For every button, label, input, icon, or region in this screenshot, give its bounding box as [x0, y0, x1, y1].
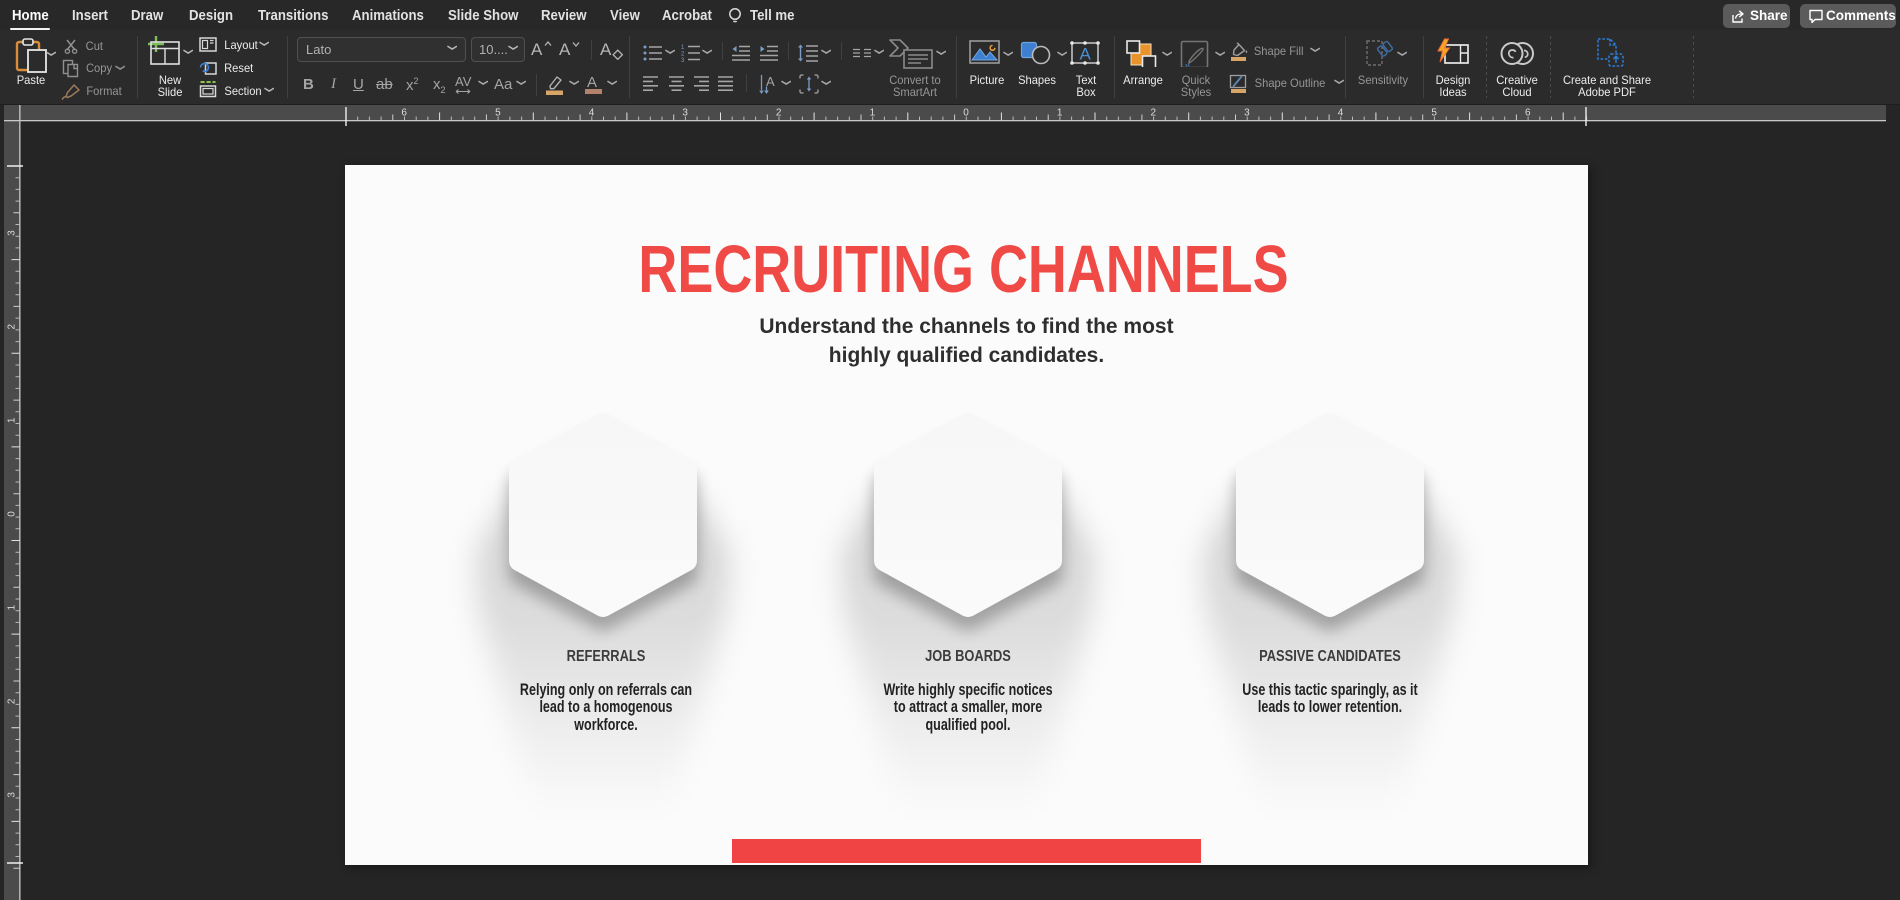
svg-text:3: 3: [1244, 108, 1250, 119]
svg-text:A: A: [766, 74, 775, 89]
svg-text:1: 1: [6, 604, 17, 610]
svg-text:2: 2: [681, 52, 685, 58]
svg-text:5: 5: [495, 108, 501, 119]
svg-text:A: A: [1080, 45, 1092, 64]
svg-text:1: 1: [1057, 108, 1063, 119]
svg-text:2: 2: [6, 323, 17, 329]
svg-text:6: 6: [1525, 108, 1531, 119]
svg-text:2: 2: [1151, 108, 1157, 119]
svg-text:3: 3: [6, 230, 17, 236]
svg-text:4: 4: [1338, 108, 1344, 119]
svg-text:4: 4: [589, 108, 595, 119]
svg-text:0: 0: [963, 108, 969, 119]
svg-text:3: 3: [682, 108, 688, 119]
svg-text:2: 2: [776, 108, 782, 119]
svg-text:1: 1: [6, 417, 17, 423]
svg-text:6: 6: [401, 108, 407, 119]
svg-text:1: 1: [681, 45, 685, 51]
svg-text:1: 1: [870, 108, 876, 119]
svg-text:2: 2: [6, 698, 17, 704]
svg-text:3: 3: [681, 58, 685, 62]
svg-text:AV: AV: [455, 75, 472, 89]
svg-text:0: 0: [6, 511, 17, 517]
svg-text:3: 3: [6, 792, 17, 798]
svg-text:5: 5: [1431, 108, 1437, 119]
